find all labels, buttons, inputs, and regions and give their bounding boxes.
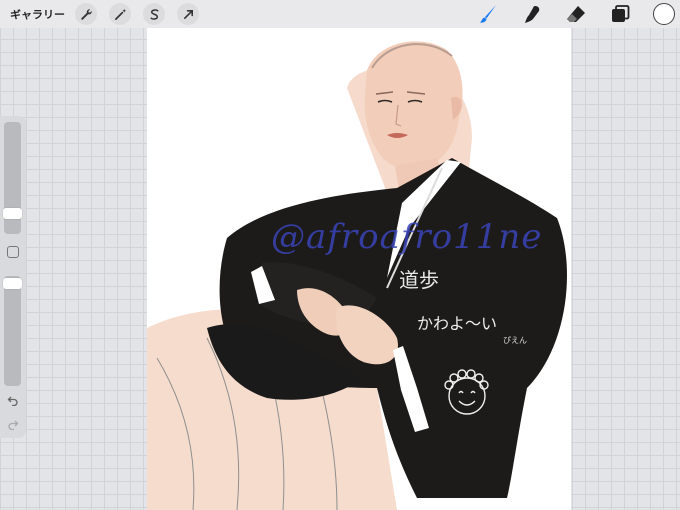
- redo-icon: [8, 420, 19, 431]
- tools-right-group: [476, 2, 676, 26]
- adjustments-button[interactable]: [109, 3, 131, 25]
- magic-wand-icon: [114, 8, 126, 20]
- smudge-icon: [525, 6, 540, 23]
- selection-icon: [150, 8, 158, 20]
- left-sidebar: [0, 116, 26, 438]
- transform-button[interactable]: [177, 3, 199, 25]
- canvas[interactable]: @afroafro11ne 道歩 かわよ〜い ぴえん: [147, 28, 571, 510]
- annotation-text: かわよ〜い: [417, 314, 498, 333]
- selection-button[interactable]: [143, 3, 165, 25]
- opacity-slider[interactable]: [4, 276, 21, 386]
- opacity-handle[interactable]: [3, 278, 22, 289]
- undo-icon: [7, 396, 18, 407]
- actions-button[interactable]: [75, 3, 97, 25]
- artwork-illustration: [147, 41, 567, 510]
- color-picker-button[interactable]: [652, 2, 676, 26]
- smudge-tool-button[interactable]: [520, 2, 544, 26]
- wrench-icon: [80, 8, 92, 20]
- brush-tool-button[interactable]: [476, 2, 500, 26]
- gallery-button[interactable]: ギャラリー: [10, 6, 65, 21]
- current-color-swatch: [653, 3, 675, 25]
- brush-size-handle[interactable]: [3, 208, 22, 219]
- annotation-small: ぴえん: [503, 336, 527, 345]
- modify-button[interactable]: [7, 246, 19, 258]
- transform-arrow-icon: [183, 9, 193, 19]
- eraser-tool-button[interactable]: [564, 2, 588, 26]
- layers-button[interactable]: [608, 2, 632, 26]
- eraser-icon: [567, 6, 585, 22]
- brush-icon: [480, 5, 496, 23]
- redo-button[interactable]: [6, 418, 20, 432]
- watermark-text: @afroafro11ne: [271, 217, 543, 257]
- layers-icon: [612, 5, 630, 22]
- top-toolbar: ギャラリー: [0, 0, 680, 28]
- annotation-kanji: 道歩: [399, 268, 439, 292]
- smiley-doodle: [444, 369, 489, 415]
- undo-button[interactable]: [6, 394, 20, 408]
